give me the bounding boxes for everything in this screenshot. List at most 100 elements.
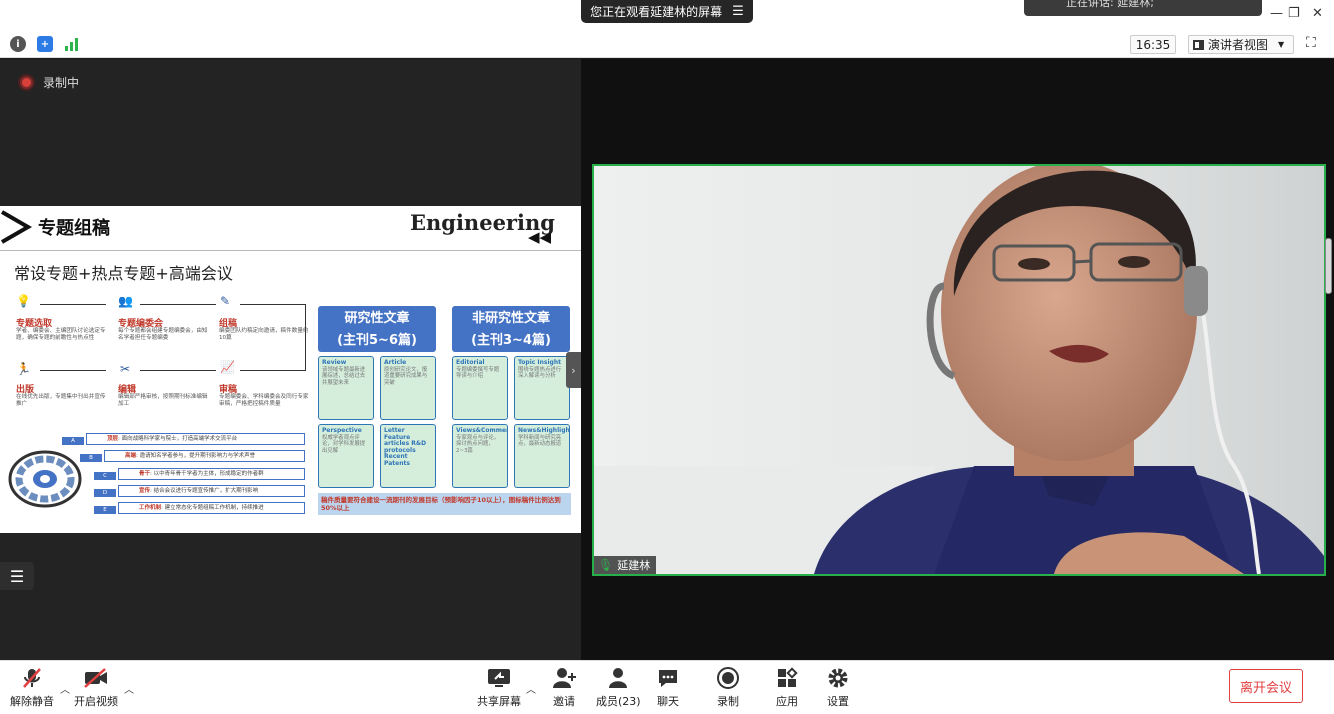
- slide-title: 专题组稿: [38, 218, 110, 239]
- participant-video-tile[interactable]: [592, 164, 1326, 576]
- minimize-icon[interactable]: —: [1270, 6, 1283, 21]
- layer-tag: B: [80, 454, 102, 462]
- meeting-clock: 16:35: [1130, 35, 1176, 54]
- idea-icon: 💡: [16, 294, 31, 308]
- gear-icon: [827, 667, 849, 689]
- settings-label: 设置: [827, 695, 849, 708]
- flow-line: [40, 370, 106, 371]
- cell-text: 学科新闻与研究亮点，最新动态报道: [518, 434, 562, 448]
- start-video-label: 开启视频: [74, 695, 118, 708]
- edit-icon: ✎: [220, 294, 231, 308]
- recording-indicator: 录制中: [20, 74, 79, 91]
- research-articles-count: (主刊5~6篇): [337, 333, 417, 348]
- layer-label: 宣传: [139, 488, 151, 494]
- leave-meeting-button[interactable]: 离开会议: [1229, 669, 1303, 703]
- research-articles-title: 研究性文章: [344, 311, 410, 326]
- participants-icon: [607, 667, 629, 689]
- article-type-cell: Views&Comments专家观点与评论，探讨热点问题，2~3篇: [452, 424, 508, 488]
- ring-diagram: [8, 450, 82, 508]
- info-icon[interactable]: i: [10, 36, 26, 52]
- meeting-info-toolbar: i + 16:35 演讲者视图 ▼ ⛶: [0, 30, 1334, 58]
- step-text: 在线优先出版，专题集中刊出并宣传推广: [16, 394, 106, 407]
- cell-text: 原创研究论文，报道重要研究成果与突破: [384, 366, 428, 386]
- recording-dot-icon: [20, 76, 33, 89]
- share-options-chevron-icon[interactable]: ︿: [526, 681, 536, 696]
- layer-row: 宣传: 结合会议进行专题宣传推广，扩大期刊影响: [118, 485, 305, 497]
- restore-icon[interactable]: ❐: [1288, 6, 1300, 21]
- record-button[interactable]: 录制: [717, 667, 739, 709]
- cell-label: Letter Feature articles R&D protocols Re…: [384, 427, 427, 467]
- speaker-view-icon: [1193, 39, 1204, 50]
- article-type-cell: Topic Insight 围绕专题热点进行深入解读与分析: [514, 356, 570, 420]
- layer-label: 高端: [125, 453, 137, 459]
- participants-label: 成员(23): [596, 695, 641, 708]
- viewing-banner[interactable]: 您正在观看延建林的屏幕 ☰: [581, 0, 753, 23]
- participants-button[interactable]: 成员(23): [596, 667, 641, 709]
- speaking-label: 正在讲话: 延建林;: [1066, 0, 1154, 9]
- layer-text: 邀请知名学者参与，提升期刊影响力与学术声誉: [139, 453, 256, 459]
- apps-button[interactable]: 应用: [776, 667, 798, 709]
- layer-row: 工作机制: 建立常态化专题组稿工作机制，持续推进: [118, 502, 305, 514]
- shield-icon[interactable]: +: [37, 36, 53, 52]
- audio-options-chevron-icon[interactable]: ︿: [60, 681, 70, 696]
- chat-label: 聊天: [657, 695, 679, 708]
- view-mode-dropdown[interactable]: 演讲者视图 ▼: [1188, 35, 1294, 54]
- layer-tag: C: [94, 472, 116, 480]
- research-articles-header: 研究性文章 (主刊5~6篇): [318, 306, 436, 352]
- title-divider: [0, 250, 581, 251]
- apps-icon: [776, 667, 798, 689]
- article-type-cell: Editorial 专题编委撰写专题导读与介绍: [452, 356, 508, 420]
- step-text: 每个专题都会组建专题编委会，由知名学者担任专题编委: [118, 328, 208, 341]
- layer-tag: E: [94, 506, 116, 514]
- invite-button[interactable]: 邀请: [552, 667, 576, 709]
- step-text: 编辑部严格审核，按照期刊标准编辑加工: [118, 394, 208, 407]
- cell-text: 围绕专题热点进行深入解读与分析: [518, 366, 562, 380]
- record-label: 录制: [717, 695, 739, 708]
- article-type-cell: News&Highlights学科新闻与研究亮点，最新动态报道: [514, 424, 570, 488]
- article-type-cell: Letter Feature articles R&D protocols Re…: [380, 424, 436, 488]
- fullscreen-icon[interactable]: ⛶: [1306, 35, 1316, 51]
- video-options-chevron-icon[interactable]: ︿: [124, 681, 134, 696]
- share-screen-button[interactable]: 共享屏幕: [477, 667, 521, 709]
- chevron-right-icon: [1, 210, 32, 244]
- view-mode-label: 演讲者视图: [1208, 38, 1269, 52]
- speaking-indicator: 正在讲话: 延建林;: [1024, 0, 1262, 16]
- cell-text: 专家观点与评论，探讨热点问题，2~3篇: [456, 434, 500, 454]
- start-video-button[interactable]: 开启视频: [74, 667, 118, 709]
- collapse-panel-chevron-icon[interactable]: ›: [566, 352, 581, 388]
- tools-icon: ✂: [120, 362, 131, 376]
- signal-icon[interactable]: [64, 36, 80, 52]
- nonresearch-articles-header: 非研究性文章 (主刊3~4篇): [452, 306, 570, 352]
- unmute-button[interactable]: 解除静音: [10, 667, 54, 709]
- flow-line: [140, 304, 216, 305]
- shared-slide: 专题组稿 Engineering ◀◀ 常设专题+热点专题+高端会议 💡 👥 ✎…: [0, 206, 581, 533]
- layer-label: 工作机制: [139, 505, 162, 511]
- step-text: 编委团队约稿定向邀请，稿件数量约10篇: [219, 328, 309, 341]
- gallery-scrollbar[interactable]: [1325, 238, 1332, 294]
- layer-row: 骨干: 以中青年骨干学者为主体，形成稳定的作者群: [118, 468, 305, 480]
- chat-button[interactable]: 聊天: [657, 667, 679, 709]
- step-text: 专题编委会、学科编委会及同行专家审稿，严格把控稿件质量: [219, 394, 309, 407]
- flow-line: [40, 304, 106, 305]
- cell-text: 权威学者观点评论，对学科发展提出见解: [322, 434, 366, 454]
- flow-line: [240, 304, 306, 305]
- flow-line: [240, 370, 306, 371]
- article-type-cell: Review 该领域专题最新进展综述，总结过去并展望未来: [318, 356, 374, 420]
- nonresearch-articles-count: (主刊3~4篇): [471, 333, 551, 348]
- panel-list-icon[interactable]: ☰: [0, 562, 34, 590]
- close-icon[interactable]: ✕: [1312, 6, 1323, 21]
- flow-line: [140, 370, 216, 371]
- settings-button[interactable]: 设置: [827, 667, 849, 709]
- layer-tag: A: [62, 437, 84, 445]
- menu-icon[interactable]: ☰: [732, 4, 744, 19]
- recording-label: 录制中: [43, 76, 80, 90]
- layer-text: 以中青年骨干学者为主体，形成稳定的作者群: [153, 471, 264, 477]
- layer-label: 顶层: [107, 436, 119, 442]
- layer-row: 顶层: 面向战略科学家与院士，打造高端学术交流平台: [86, 433, 305, 445]
- participant-video-feed: [594, 166, 1324, 574]
- cell-text: 专题编委撰写专题导读与介绍: [456, 366, 500, 380]
- participant-name-tag: 🎙 延建林: [594, 556, 657, 574]
- step-text: 学者、编委会、主编团队讨论选定专题，确保专题的前瞻性与热点性: [16, 328, 106, 341]
- record-icon: [717, 667, 739, 689]
- share-screen-label: 共享屏幕: [477, 695, 521, 708]
